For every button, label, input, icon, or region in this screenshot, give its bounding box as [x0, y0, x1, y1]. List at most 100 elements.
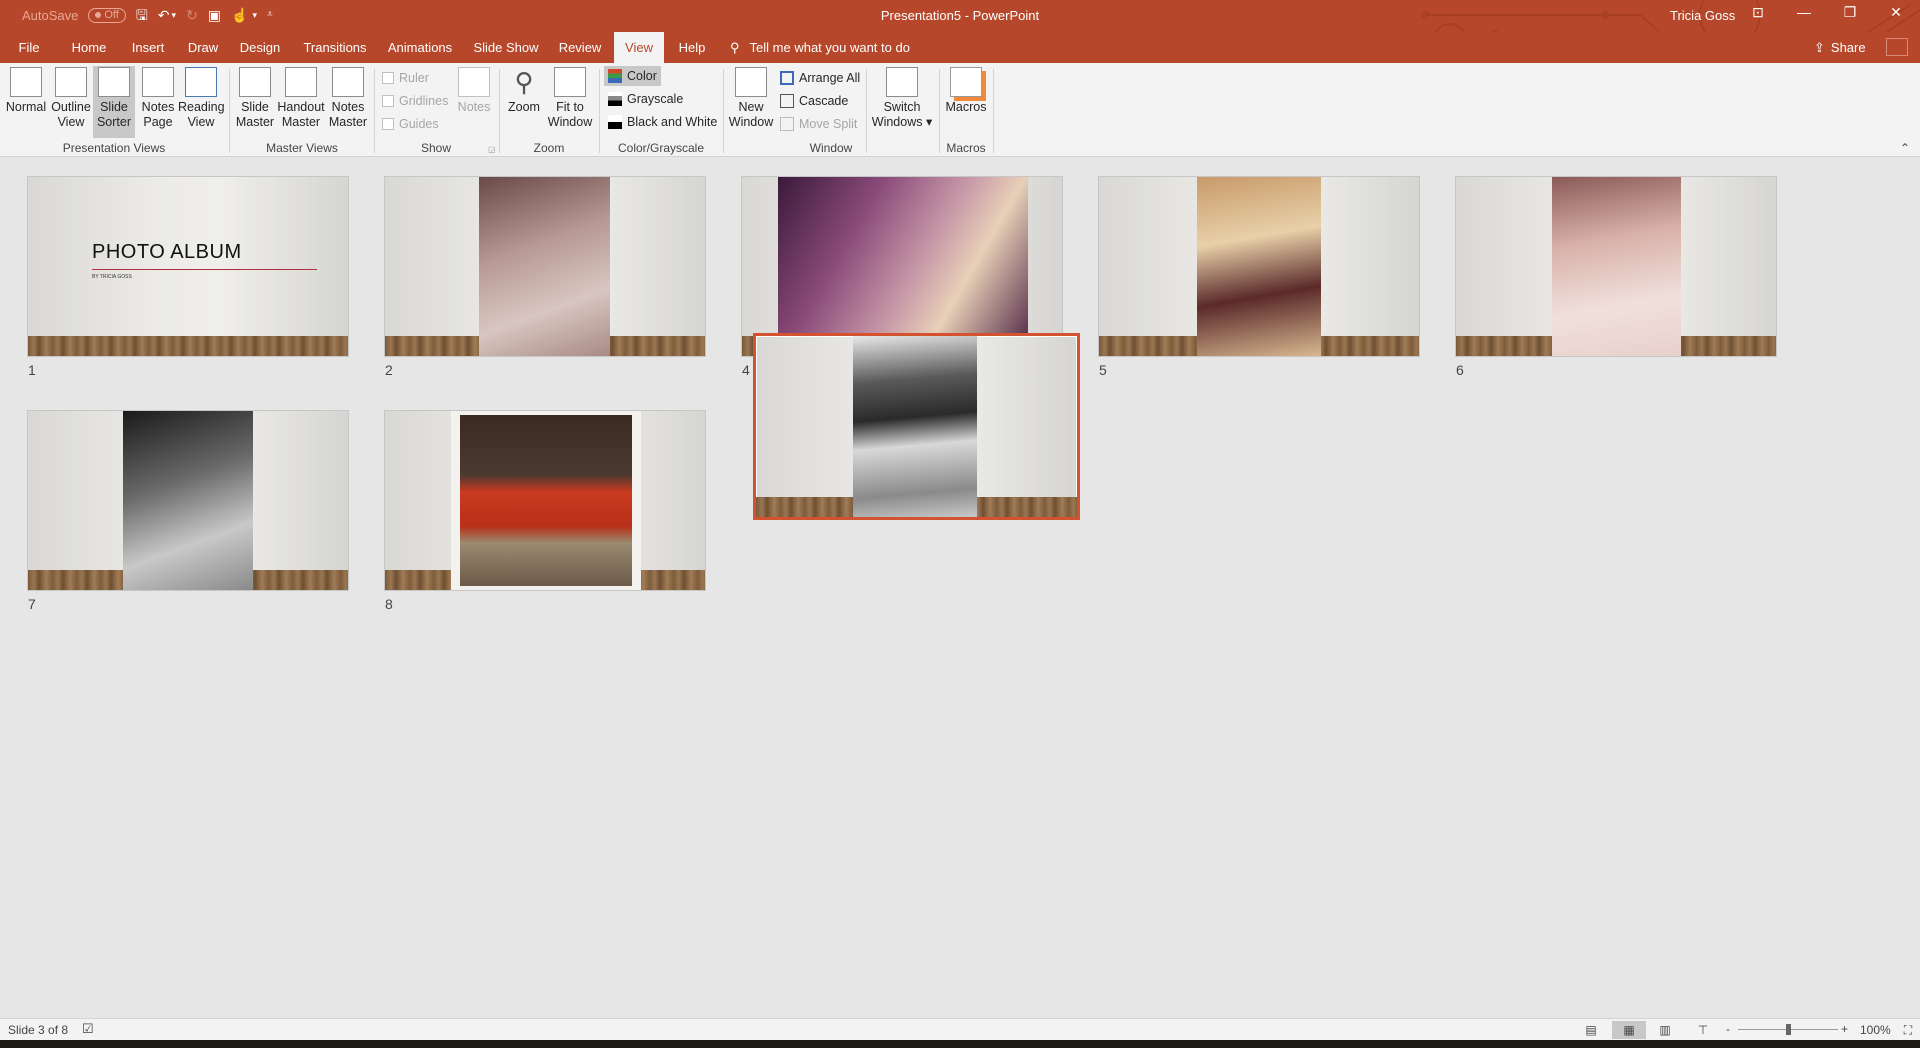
zoom-in-button[interactable]: + — [1841, 1022, 1848, 1036]
button-label: Color — [627, 69, 657, 83]
guides-checkbox[interactable]: Guides — [382, 114, 439, 134]
title-underline — [92, 269, 317, 270]
zoom-slider[interactable] — [1738, 1024, 1838, 1035]
slide-photo — [1197, 177, 1321, 356]
outline-view-button[interactable]: Outline View — [50, 67, 92, 130]
tab-file[interactable]: File — [10, 32, 48, 63]
dialog-launcher-icon[interactable]: ◲ — [488, 145, 496, 154]
slide-photo — [778, 177, 1028, 356]
button-label: Notes — [457, 100, 491, 114]
slide-thumbnail-6[interactable] — [1455, 176, 1777, 357]
slide-master-button[interactable]: Slide Master — [234, 67, 276, 130]
ribbon-display-options-icon[interactable]: ⊡ — [1738, 4, 1778, 26]
reading-view-icon — [185, 67, 217, 97]
gridlines-checkbox[interactable]: Gridlines — [382, 91, 448, 111]
button-label: Fit to — [556, 100, 584, 114]
grayscale-icon — [608, 92, 622, 106]
tab-animations[interactable]: Animations — [384, 32, 456, 63]
slide-number: 6 — [1456, 362, 1464, 378]
slide-show-status-icon[interactable]: ⊤ — [1690, 1021, 1716, 1039]
fit-to-window-button[interactable]: Fit to Window — [546, 67, 594, 130]
user-name[interactable]: Tricia Goss — [1670, 8, 1735, 23]
share-button[interactable]: ⇪ Share — [1814, 32, 1866, 63]
black-and-white-button[interactable]: Black and White — [608, 112, 717, 132]
title-bar: AutoSave Off 🖫 ↶ ▾ ↻ ▣ ☝ ▾ ⩡ Presentatio… — [0, 0, 1920, 63]
macros-button[interactable]: Macros — [944, 67, 988, 115]
reading-view-button[interactable]: Reading View — [178, 67, 225, 130]
move-split-button[interactable]: Move Split — [780, 114, 857, 134]
slide-sorter-status-icon[interactable]: ▦ — [1612, 1021, 1646, 1039]
reading-view-status-icon[interactable]: ▥ — [1652, 1021, 1678, 1039]
tab-help[interactable]: Help — [672, 32, 712, 63]
slide-number: 5 — [1099, 362, 1107, 378]
restore-icon[interactable]: ❐ — [1830, 4, 1870, 26]
zoom-slider-thumb[interactable] — [1786, 1024, 1791, 1035]
checkbox-label: Guides — [399, 117, 439, 131]
group-label-show: Show — [420, 141, 452, 155]
notes-master-button[interactable]: Notes Master — [327, 67, 369, 130]
minimize-icon[interactable]: — — [1784, 4, 1824, 26]
share-label: Share — [1830, 40, 1866, 55]
notes-page-icon — [142, 67, 174, 97]
tab-design[interactable]: Design — [238, 32, 282, 63]
close-icon[interactable]: ✕ — [1876, 4, 1916, 26]
button-label: Master — [328, 115, 368, 129]
tab-transitions[interactable]: Transitions — [300, 32, 370, 63]
tab-home[interactable]: Home — [68, 32, 110, 63]
slide-thumbnail-1[interactable]: PHOTO ALBUM BY TRICIA GOSS — [27, 176, 349, 357]
button-label: Handout — [277, 100, 325, 114]
accessibility-check-icon[interactable]: ☑ — [82, 1021, 94, 1037]
arrange-all-button[interactable]: Arrange All — [780, 68, 860, 88]
ruler-checkbox[interactable]: Ruler — [382, 68, 429, 88]
notes-icon — [458, 67, 490, 97]
slide-photo — [451, 411, 641, 590]
button-label: Black and White — [627, 115, 718, 129]
ribbon-tabs: File Home Insert Draw Design Transitions… — [0, 32, 1920, 63]
button-label: Grayscale — [627, 92, 684, 106]
button-label: Notes — [331, 100, 365, 114]
wood-floor — [28, 336, 348, 356]
slide-sorter-button[interactable]: Slide Sorter — [93, 66, 135, 138]
color-icon — [608, 69, 622, 83]
slide-thumbnail-4[interactable] — [741, 176, 1063, 357]
grayscale-button[interactable]: Grayscale — [608, 89, 683, 109]
tab-draw[interactable]: Draw — [184, 32, 222, 63]
handout-master-button[interactable]: Handout Master — [277, 67, 325, 130]
tab-insert[interactable]: Insert — [128, 32, 168, 63]
notes-button[interactable]: Notes — [454, 67, 494, 115]
checkbox-label: Ruler — [399, 71, 429, 85]
slide-thumbnail-7[interactable] — [27, 410, 349, 591]
tab-review[interactable]: Review — [554, 32, 606, 63]
new-window-button[interactable]: New Window — [728, 67, 774, 130]
switch-windows-button[interactable]: Switch Windows ▾ — [870, 67, 934, 130]
slide-thumbnail-5[interactable] — [1098, 176, 1420, 357]
notes-page-button[interactable]: Notes Page — [138, 67, 178, 130]
button-label: Move Split — [799, 117, 858, 131]
zoom-out-button[interactable]: - — [1726, 1022, 1730, 1036]
tell-me-search[interactable]: ⚲ Tell me what you want to do — [730, 32, 910, 63]
normal-view-icon — [10, 67, 42, 97]
normal-view-status-icon[interactable]: ▤ — [1578, 1021, 1604, 1039]
button-label: Macros — [945, 100, 987, 114]
zoom-button[interactable]: ⚲ Zoom — [504, 67, 544, 115]
collapse-ribbon-icon[interactable]: ⌃ — [1900, 141, 1910, 155]
cascade-button[interactable]: Cascade — [780, 91, 848, 111]
status-bar: Slide 3 of 8 ☑ ▤ ▦ ▥ ⊤ - + 100% ⛶ — [0, 1018, 1920, 1040]
slide-thumbnail-3[interactable] — [753, 333, 1080, 520]
tab-slide-show[interactable]: Slide Show — [472, 32, 540, 63]
tab-view[interactable]: View — [614, 32, 664, 63]
group-label-zoom: Zoom — [533, 141, 565, 155]
slide-number: 8 — [385, 596, 393, 612]
zoom-level[interactable]: 100% — [1860, 1023, 1891, 1037]
slide-thumbnail-8[interactable] — [384, 410, 706, 591]
button-label: View — [57, 115, 85, 129]
checkbox-label: Gridlines — [399, 94, 449, 108]
window-title: Presentation5 - PowerPoint — [880, 8, 1040, 23]
switch-windows-icon — [886, 67, 918, 97]
slide-photo — [1552, 177, 1681, 356]
fit-slide-to-window-icon[interactable]: ⛶ — [1898, 1021, 1918, 1039]
comments-icon[interactable] — [1886, 38, 1908, 56]
normal-view-button[interactable]: Normal — [4, 67, 48, 115]
color-button[interactable]: Color — [604, 66, 661, 86]
slide-thumbnail-2[interactable] — [384, 176, 706, 357]
